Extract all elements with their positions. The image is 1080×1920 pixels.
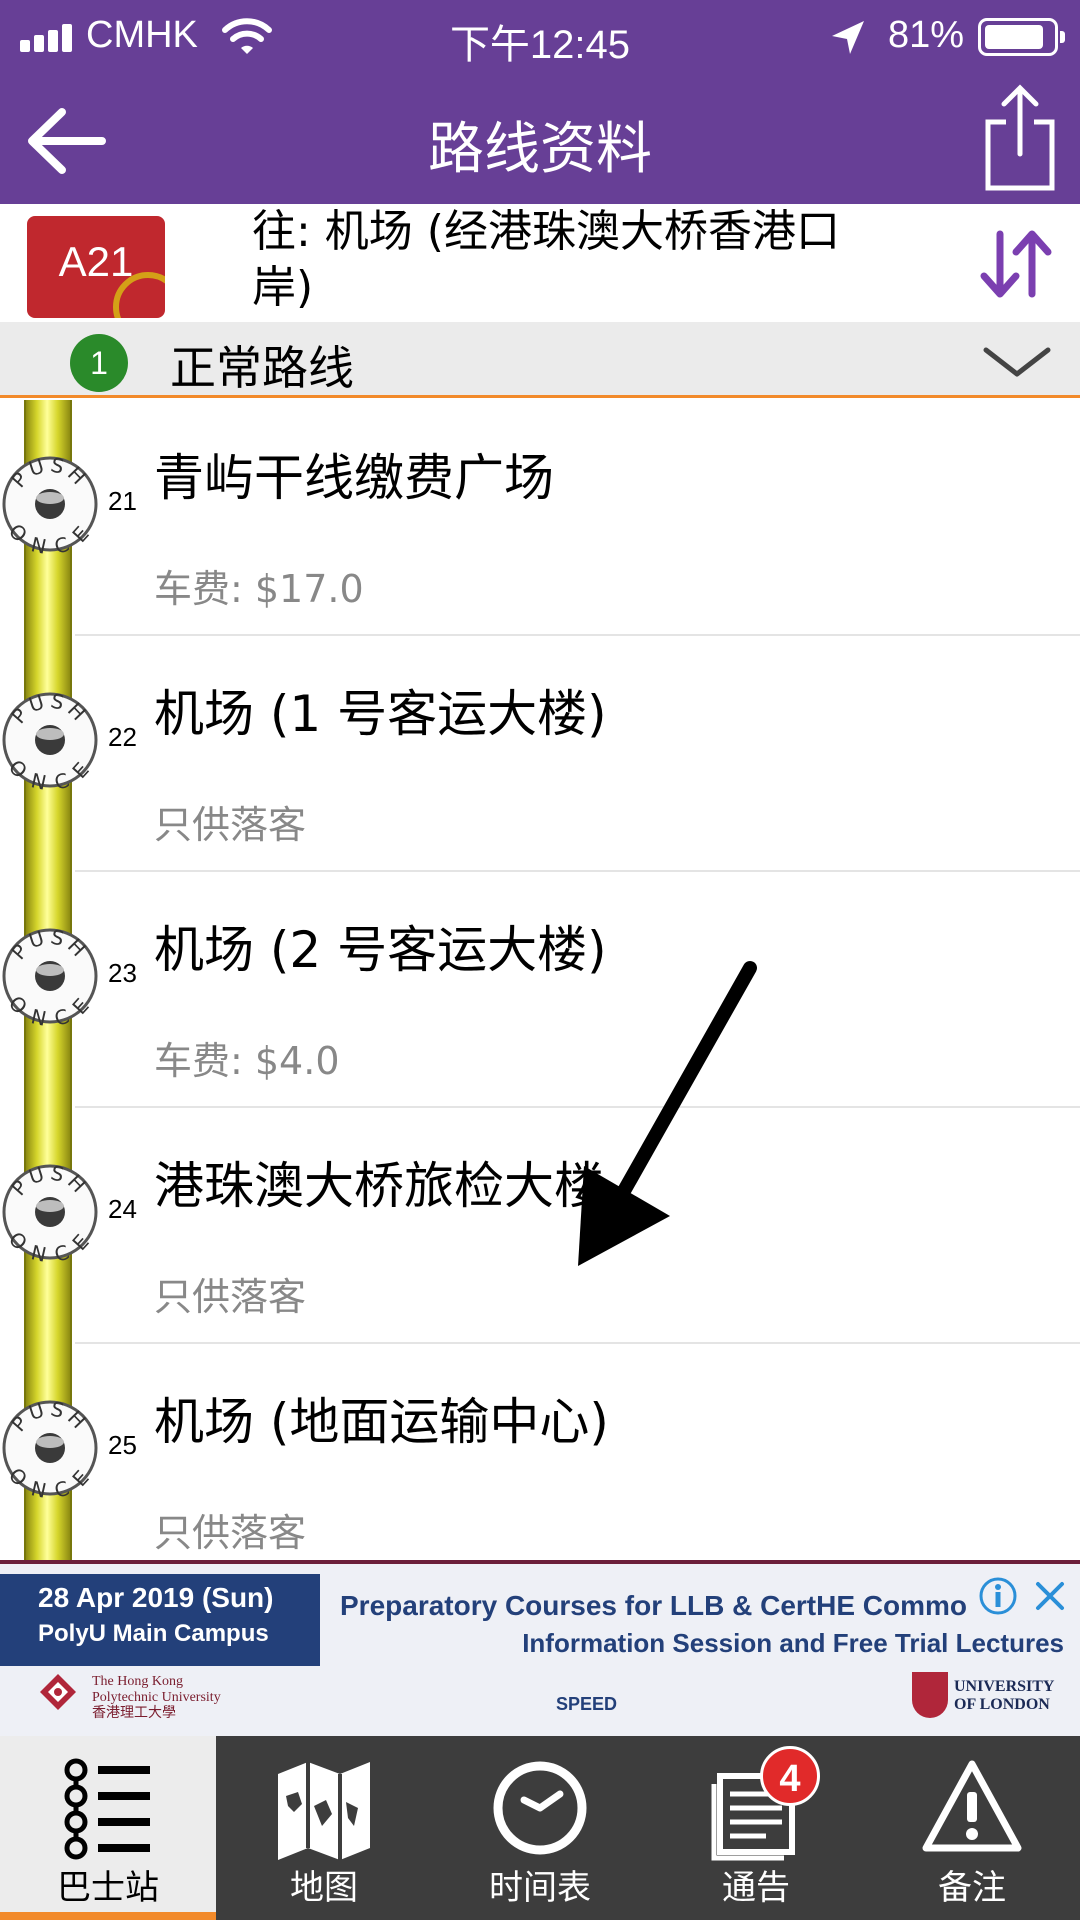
bus-stop-list: PUSH ONCE 21 青屿干线缴费广场 车费: $17.0 PUSH ONC… (0, 400, 1080, 1560)
ad-close-icon[interactable] (1030, 1576, 1070, 1616)
tab-label: 通告 (722, 1868, 790, 1908)
stop-sequence-number: 21 (108, 486, 137, 516)
stop-fare-note: 只供落客 (154, 1511, 307, 1555)
stop-row[interactable]: PUSH ONCE 22 机场 (1 号客运大楼) 只供落客 (0, 636, 1080, 872)
location-services-icon (832, 21, 864, 54)
route-number-badge: A21 (27, 216, 165, 318)
ad-headline: Preparatory Courses for LLB & CertHE Com… (340, 1590, 968, 1621)
speed-logo: SPEED (556, 1694, 618, 1714)
push-once-button-icon[interactable]: PUSH ONCE (0, 926, 100, 1026)
stop-row[interactable]: PUSH ONCE 23 机场 (2 号客运大楼) 车费: $4.0 (0, 872, 1080, 1108)
stop-name: 港珠澳大桥旅检大楼 (154, 1157, 604, 1215)
stop-fare-note: 车费: $17.0 (154, 567, 364, 611)
push-once-button-icon[interactable]: PUSH ONCE (0, 1398, 100, 1498)
tab-label: 巴士站 (57, 1868, 159, 1908)
ad-venue: PolyU Main Campus (38, 1620, 269, 1647)
route-number: A21 (58, 238, 134, 285)
tab-notices[interactable]: 4 通告 (648, 1736, 864, 1920)
push-once-button-icon[interactable]: PUSH ONCE (0, 454, 100, 554)
battery-icon (978, 18, 1065, 56)
variant-number-badge: 1 (70, 334, 128, 392)
stop-name: 机场 (2 号客运大楼) (154, 921, 607, 979)
map-icon (278, 1762, 370, 1860)
navigation-bar: 路线资料 (0, 76, 1080, 204)
stop-sequence-number: 25 (108, 1430, 137, 1460)
polyu-logo-icon (40, 1674, 76, 1710)
tab-label: 地图 (290, 1868, 358, 1908)
status-bar: CMHK 下午12:45 81% (0, 0, 1080, 76)
advertisement-banner[interactable]: 28 Apr 2019 (Sun) PolyU Main Campus Prep… (0, 1560, 1080, 1736)
stop-sequence-number: 24 (108, 1194, 137, 1224)
annotation-arrow-icon (578, 961, 757, 1266)
stop-row[interactable]: PUSH ONCE 21 青屿干线缴费广场 车费: $17.0 (0, 400, 1080, 636)
warning-icon (922, 1760, 1022, 1852)
stop-fare-note: 车费: $4.0 (154, 1039, 340, 1083)
clock-icon (493, 1761, 587, 1855)
route-destination: 往: 机场 (经港珠澳大桥香港口岸) (252, 206, 840, 313)
university-of-london-name: UNIVERSITY OF LONDON (954, 1678, 1055, 1713)
ad-subheadline: Information Session and Free Trial Lectu… (522, 1628, 1064, 1658)
tab-timetable[interactable]: 时间表 (432, 1736, 648, 1920)
tab-bus-stops[interactable]: 巴士站 (0, 1736, 216, 1920)
tab-remarks[interactable]: 备注 (864, 1736, 1080, 1920)
stop-name: 青屿干线缴费广场 (154, 449, 554, 507)
ad-date-box: 28 Apr 2019 (Sun) PolyU Main Campus (0, 1574, 320, 1666)
push-once-button-icon[interactable]: PUSH ONCE (0, 690, 100, 790)
stop-fare-note: 只供落客 (154, 1275, 307, 1319)
route-variant-selector[interactable]: 1 正常路线 (0, 322, 1080, 398)
stop-sequence-number: 22 (108, 722, 137, 752)
stop-row[interactable]: PUSH ONCE 25 机场 (地面运输中心) 只供落客 (0, 1344, 1080, 1560)
tab-label: 备注 (938, 1868, 1006, 1908)
route-header: A21 往: 机场 (经港珠澳大桥香港口岸) (0, 204, 1080, 322)
page-title: 路线资料 (428, 117, 652, 182)
bus-stops-icon (64, 1758, 150, 1860)
stop-name: 机场 (地面运输中心) (154, 1393, 609, 1451)
variant-label: 正常路线 (170, 341, 354, 395)
stop-fare-note: 只供落客 (154, 803, 307, 847)
university-of-london-crest-icon (912, 1672, 948, 1718)
tab-map[interactable]: 地图 (216, 1736, 432, 1920)
tab-bar: 巴士站 地图 时间表 4 通告 备注 (0, 1736, 1080, 1920)
ad-info-icon[interactable] (978, 1576, 1018, 1616)
chevron-down-icon[interactable] (982, 344, 1052, 380)
ad-date: 28 Apr 2019 (Sun) (38, 1582, 274, 1613)
tab-label: 时间表 (489, 1868, 591, 1908)
notice-count-badge: 4 (760, 1746, 820, 1806)
stop-row[interactable]: PUSH ONCE 24 港珠澳大桥旅检大楼 只供落客 (0, 1108, 1080, 1344)
stop-name: 机场 (1 号客运大楼) (154, 685, 607, 743)
share-icon[interactable] (982, 84, 1058, 194)
stop-sequence-number: 23 (108, 958, 137, 988)
push-once-button-icon[interactable]: PUSH ONCE (0, 1162, 100, 1262)
polyu-name: The Hong Kong Polytechnic University 香港理… (92, 1674, 221, 1721)
swap-direction-icon[interactable] (976, 226, 1056, 302)
battery-percentage: 81% (887, 14, 964, 56)
